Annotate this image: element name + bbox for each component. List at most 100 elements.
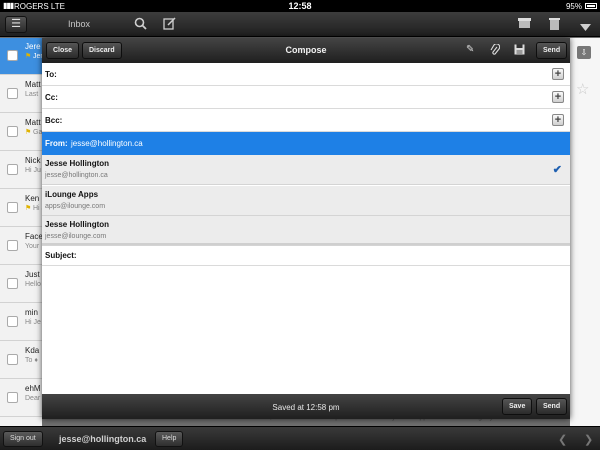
- cc-field[interactable]: Cc: +: [42, 86, 570, 109]
- inbox-row[interactable]: Nick Hi Ju: [0, 152, 42, 189]
- row-checkbox[interactable]: [7, 316, 18, 327]
- message-preview: Hi Ju: [33, 205, 42, 212]
- account-option[interactable]: Jesse Hollington jesse@hollington.ca ✔: [42, 155, 570, 185]
- inbox-title: Inbox: [68, 19, 91, 29]
- subject-field[interactable]: Subject:: [42, 243, 570, 266]
- sender-name: Matt: [25, 80, 41, 89]
- bcc-label: Bcc:: [45, 116, 63, 125]
- sender-name: min: [25, 308, 38, 317]
- account-option[interactable]: iLounge Apps apps@ilounge.com: [42, 186, 570, 216]
- list-icon: ☰: [11, 18, 21, 30]
- inbox-row[interactable]: Kda To ♦: [0, 342, 42, 379]
- account-name: Jesse Hollington: [45, 220, 110, 229]
- footer-send-button[interactable]: Send: [536, 398, 568, 415]
- compose-icon[interactable]: [163, 17, 176, 33]
- flag-icon: ⚑: [25, 205, 32, 212]
- message-preview: Gam: [33, 129, 42, 136]
- flag-icon: ⚑: [25, 53, 32, 60]
- save-button[interactable]: Save: [502, 398, 533, 415]
- sign-out-button[interactable]: Sign out: [3, 431, 43, 447]
- message-preview: Jen: [33, 53, 42, 60]
- inbox-row[interactable]: Jere Jen⚑: [0, 38, 42, 75]
- message-preview: To ♦: [25, 357, 38, 364]
- send-button[interactable]: Send: [536, 42, 568, 59]
- to-label: To:: [45, 70, 57, 79]
- account-email: apps@ilounge.com: [45, 203, 106, 210]
- sender-name: Matt: [25, 118, 41, 127]
- dropdown-icon[interactable]: [580, 20, 591, 34]
- from-value: jesse@hollington.ca: [71, 139, 143, 148]
- top-toolbar: ☰ Inbox: [0, 12, 600, 37]
- sender-name: Face: [25, 232, 42, 241]
- status-bar: ▮▮▮ ROGERS LTE 12:58 95%: [0, 0, 600, 12]
- account-label: jesse@hollington.ca: [59, 434, 147, 444]
- menu-button[interactable]: ☰: [5, 16, 27, 33]
- row-checkbox[interactable]: [7, 354, 18, 365]
- compose-header: Close Discard Compose ✎ Send: [42, 38, 570, 63]
- battery-icon: [585, 3, 597, 9]
- compose-footer: Saved at 12:58 pm Save Send: [42, 394, 570, 419]
- clock: 12:58: [288, 1, 312, 11]
- add-bcc-contact-button[interactable]: +: [552, 114, 564, 126]
- account-email: jesse@hollington.ca: [45, 172, 108, 179]
- to-field[interactable]: To: +: [42, 63, 570, 86]
- inbox-row[interactable]: Ken Hi Ju⚑: [0, 190, 42, 227]
- search-icon[interactable]: [134, 17, 147, 33]
- row-checkbox[interactable]: [7, 88, 18, 99]
- battery-percent: 95%: [565, 2, 582, 11]
- checkmark-icon: ✔: [552, 164, 562, 176]
- save-draft-icon[interactable]: [514, 44, 525, 58]
- star-icon[interactable]: ☆: [576, 80, 589, 98]
- move-icon[interactable]: ⇩: [577, 46, 591, 59]
- message-preview: Last: [25, 91, 39, 98]
- inbox-row[interactable]: Face Your: [0, 228, 42, 265]
- subject-label: Subject:: [45, 251, 77, 260]
- saved-status: Saved at 12:58 pm: [272, 403, 340, 412]
- from-label: From:: [45, 139, 68, 148]
- message-detail-pane: ⇩ ☆: [570, 38, 600, 426]
- next-arrow-icon[interactable]: ❯: [584, 433, 593, 446]
- bottom-bar: Sign out jesse@hollington.ca Help ❮ ❯: [0, 426, 600, 450]
- from-field[interactable]: From: jesse@hollington.ca: [42, 132, 570, 155]
- inbox-row[interactable]: min Hi Je: [0, 304, 42, 341]
- inbox-row[interactable]: Just Hello: [0, 266, 42, 303]
- inbox-row[interactable]: ehM Dear: [0, 380, 42, 417]
- sender-name: Just: [25, 270, 40, 279]
- sender-name: Jere: [25, 42, 41, 51]
- cc-label: Cc:: [45, 93, 58, 102]
- sender-name: Nick: [25, 156, 41, 165]
- bcc-field[interactable]: Bcc: +: [42, 109, 570, 132]
- compose-dialog: Close Discard Compose ✎ Send To: + Cc: +…: [42, 38, 570, 419]
- row-checkbox[interactable]: [7, 164, 18, 175]
- signature-icon[interactable]: ✎: [466, 44, 474, 55]
- inbox-row[interactable]: Matt Gam⚑: [0, 114, 42, 151]
- account-name: iLounge Apps: [45, 190, 99, 199]
- add-cc-contact-button[interactable]: +: [552, 91, 564, 103]
- row-checkbox[interactable]: [7, 202, 18, 213]
- sender-name: Kda: [25, 346, 40, 355]
- row-checkbox[interactable]: [7, 392, 18, 403]
- message-preview: Dear: [25, 395, 41, 402]
- row-checkbox[interactable]: [7, 126, 18, 137]
- sender-name: Ken: [25, 194, 40, 203]
- row-checkbox[interactable]: [7, 240, 18, 251]
- account-email: jesse@ilounge.com: [45, 233, 107, 240]
- message-preview: Hello: [25, 281, 41, 288]
- account-option[interactable]: Jesse Hollington jesse@ilounge.com: [42, 216, 570, 246]
- message-preview: Hi Je: [25, 319, 41, 326]
- message-preview: Your: [25, 243, 40, 250]
- flag-icon: ⚑: [25, 129, 32, 136]
- trash-icon[interactable]: [549, 17, 560, 33]
- add-to-contact-button[interactable]: +: [552, 68, 564, 80]
- help-button[interactable]: Help: [155, 431, 184, 447]
- message-preview: Hi Ju: [25, 167, 41, 174]
- sender-name: ehM: [25, 384, 41, 393]
- row-checkbox[interactable]: [7, 50, 18, 61]
- account-name: Jesse Hollington: [45, 159, 110, 168]
- inbox-list: JereJen⚑MattLastMattGam⚑NickHi JuKenHi J…: [0, 38, 42, 426]
- paperclip-icon[interactable]: [490, 43, 501, 59]
- inbox-row[interactable]: Matt Last: [0, 76, 42, 113]
- archive-icon[interactable]: [518, 17, 531, 32]
- row-checkbox[interactable]: [7, 278, 18, 289]
- previous-arrow-icon[interactable]: ❮: [558, 433, 567, 446]
